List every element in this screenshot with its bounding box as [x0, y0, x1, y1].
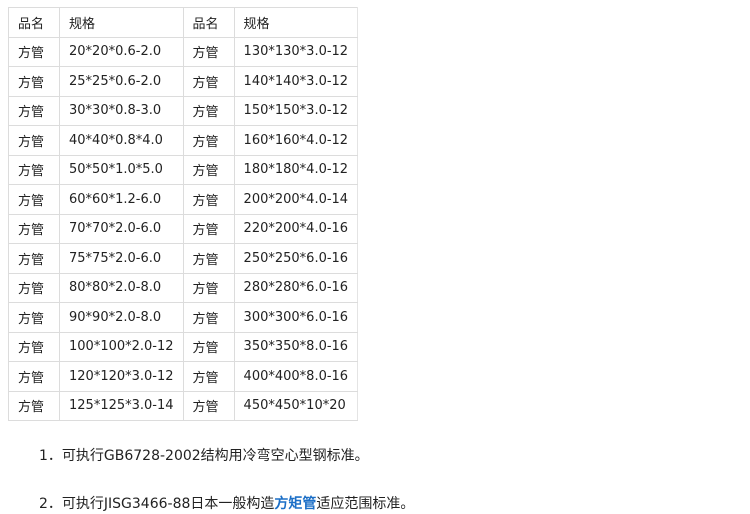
row-spec: 20*20*0.6-2.0 — [59, 36, 184, 67]
row-product-name-2: 方管 — [182, 66, 235, 97]
header-product-name-2: 品名 — [182, 7, 235, 38]
table-row: 方管 60*60*1.2-6.0 方管 200*200*4.0-14 — [8, 184, 359, 215]
row-product-name: 方管 — [8, 243, 60, 274]
row-spec: 40*40*0.8*4.0 — [59, 125, 184, 156]
row-product-name: 方管 — [8, 36, 60, 67]
row-spec: 70*70*2.0-6.0 — [59, 213, 184, 244]
row-product-name-2: 方管 — [182, 243, 235, 274]
row-spec-2: 250*250*6.0-16 — [233, 243, 359, 274]
row-product-name-2: 方管 — [182, 390, 235, 421]
table-row: 方管 100*100*2.0-12 方管 350*350*8.0-16 — [8, 331, 359, 362]
note-jis-prefix: 2．可执行JISG3466-88日本一般构造 — [39, 496, 275, 512]
table-row: 方管 125*125*3.0-14 方管 450*450*10*20 — [8, 390, 359, 421]
table-row: 方管 50*50*1.0*5.0 方管 180*180*4.0-12 — [8, 154, 359, 185]
row-product-name: 方管 — [8, 125, 60, 156]
row-spec-2: 140*140*3.0-12 — [233, 66, 359, 97]
notes: 1．可执行GB6728-2002结构用冷弯空心型钢标准。 2．可执行JISG34… — [39, 446, 414, 514]
row-spec: 60*60*1.2-6.0 — [59, 184, 184, 215]
row-spec-2: 200*200*4.0-14 — [233, 184, 359, 215]
note-jis-standard: 2．可执行JISG3466-88日本一般构造方矩管适应范围标准。 — [39, 494, 414, 514]
header-product-name: 品名 — [8, 7, 60, 38]
row-spec-2: 350*350*8.0-16 — [233, 331, 359, 362]
row-spec-2: 220*200*4.0-16 — [233, 213, 359, 244]
row-spec: 25*25*0.6-2.0 — [59, 66, 184, 97]
note-jis-suffix: 适应范围标准。 — [316, 496, 415, 512]
table-header-row: 品名 规格 品名 规格 — [8, 7, 359, 38]
table-row: 方管 80*80*2.0-8.0 方管 280*280*6.0-16 — [8, 272, 359, 303]
table-row: 方管 30*30*0.8-3.0 方管 150*150*3.0-12 — [8, 95, 359, 126]
row-spec-2: 180*180*4.0-12 — [233, 154, 359, 185]
row-spec: 100*100*2.0-12 — [59, 331, 184, 362]
header-spec: 规格 — [59, 7, 184, 38]
row-spec-2: 160*160*4.0-12 — [233, 125, 359, 156]
row-spec-2: 150*150*3.0-12 — [233, 95, 359, 126]
row-product-name: 方管 — [8, 95, 60, 126]
row-spec: 80*80*2.0-8.0 — [59, 272, 184, 303]
row-product-name: 方管 — [8, 66, 60, 97]
row-spec: 50*50*1.0*5.0 — [59, 154, 184, 185]
row-product-name: 方管 — [8, 390, 60, 421]
square-rect-tube-link[interactable]: 方矩管 — [274, 496, 316, 512]
row-spec-2: 300*300*6.0-16 — [233, 302, 359, 333]
row-spec: 75*75*2.0-6.0 — [59, 243, 184, 274]
row-product-name-2: 方管 — [182, 331, 235, 362]
row-spec-2: 400*400*8.0-16 — [233, 361, 359, 392]
row-product-name-2: 方管 — [182, 95, 235, 126]
table-row: 方管 90*90*2.0-8.0 方管 300*300*6.0-16 — [8, 302, 359, 333]
row-spec: 30*30*0.8-3.0 — [59, 95, 184, 126]
row-product-name: 方管 — [8, 184, 60, 215]
row-spec-2: 130*130*3.0-12 — [233, 36, 359, 67]
spec-table-body: 品名 规格 品名 规格 方管 20*20*0.6-2.0 方管 130*130*3.0… — [8, 7, 359, 421]
row-product-name-2: 方管 — [182, 213, 235, 244]
row-product-name: 方管 — [8, 213, 60, 244]
row-product-name-2: 方管 — [182, 184, 235, 215]
row-product-name: 方管 — [8, 154, 60, 185]
header-spec-2: 规格 — [233, 7, 359, 38]
table-row: 方管 120*120*3.0-12 方管 400*400*8.0-16 — [8, 361, 359, 392]
table-row: 方管 70*70*2.0-6.0 方管 220*200*4.0-16 — [8, 213, 359, 244]
row-product-name-2: 方管 — [182, 361, 235, 392]
table-row: 方管 25*25*0.6-2.0 方管 140*140*3.0-12 — [8, 66, 359, 97]
row-spec-2: 450*450*10*20 — [233, 390, 359, 421]
row-product-name: 方管 — [8, 302, 60, 333]
row-product-name-2: 方管 — [182, 125, 235, 156]
row-product-name-2: 方管 — [182, 154, 235, 185]
row-spec: 125*125*3.0-14 — [59, 390, 184, 421]
row-spec: 90*90*2.0-8.0 — [59, 302, 184, 333]
table-row: 方管 75*75*2.0-6.0 方管 250*250*6.0-16 — [8, 243, 359, 274]
row-product-name-2: 方管 — [182, 302, 235, 333]
row-spec: 120*120*3.0-12 — [59, 361, 184, 392]
table-row: 方管 40*40*0.8*4.0 方管 160*160*4.0-12 — [8, 125, 359, 156]
table-row: 方管 20*20*0.6-2.0 方管 130*130*3.0-12 — [8, 36, 359, 67]
row-product-name: 方管 — [8, 272, 60, 303]
note-gb-standard: 1．可执行GB6728-2002结构用冷弯空心型钢标准。 — [39, 448, 369, 464]
row-product-name: 方管 — [8, 361, 60, 392]
row-product-name-2: 方管 — [182, 36, 235, 67]
spec-table: 品名 规格 品名 规格 方管 20*20*0.6-2.0 方管 130*130*3.0… — [8, 7, 359, 421]
row-spec-2: 280*280*6.0-16 — [233, 272, 359, 303]
row-product-name: 方管 — [8, 331, 60, 362]
row-product-name-2: 方管 — [182, 272, 235, 303]
